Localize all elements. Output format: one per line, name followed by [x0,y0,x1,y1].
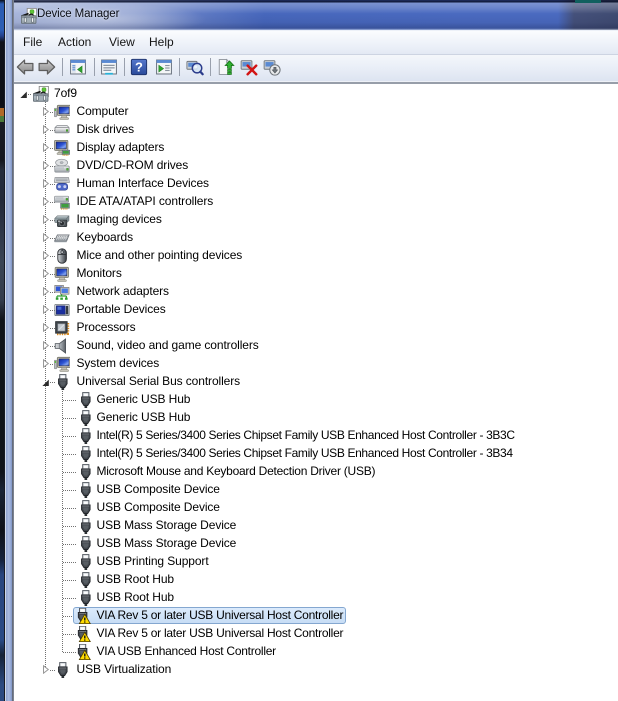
svg-text:?: ? [135,60,143,75]
